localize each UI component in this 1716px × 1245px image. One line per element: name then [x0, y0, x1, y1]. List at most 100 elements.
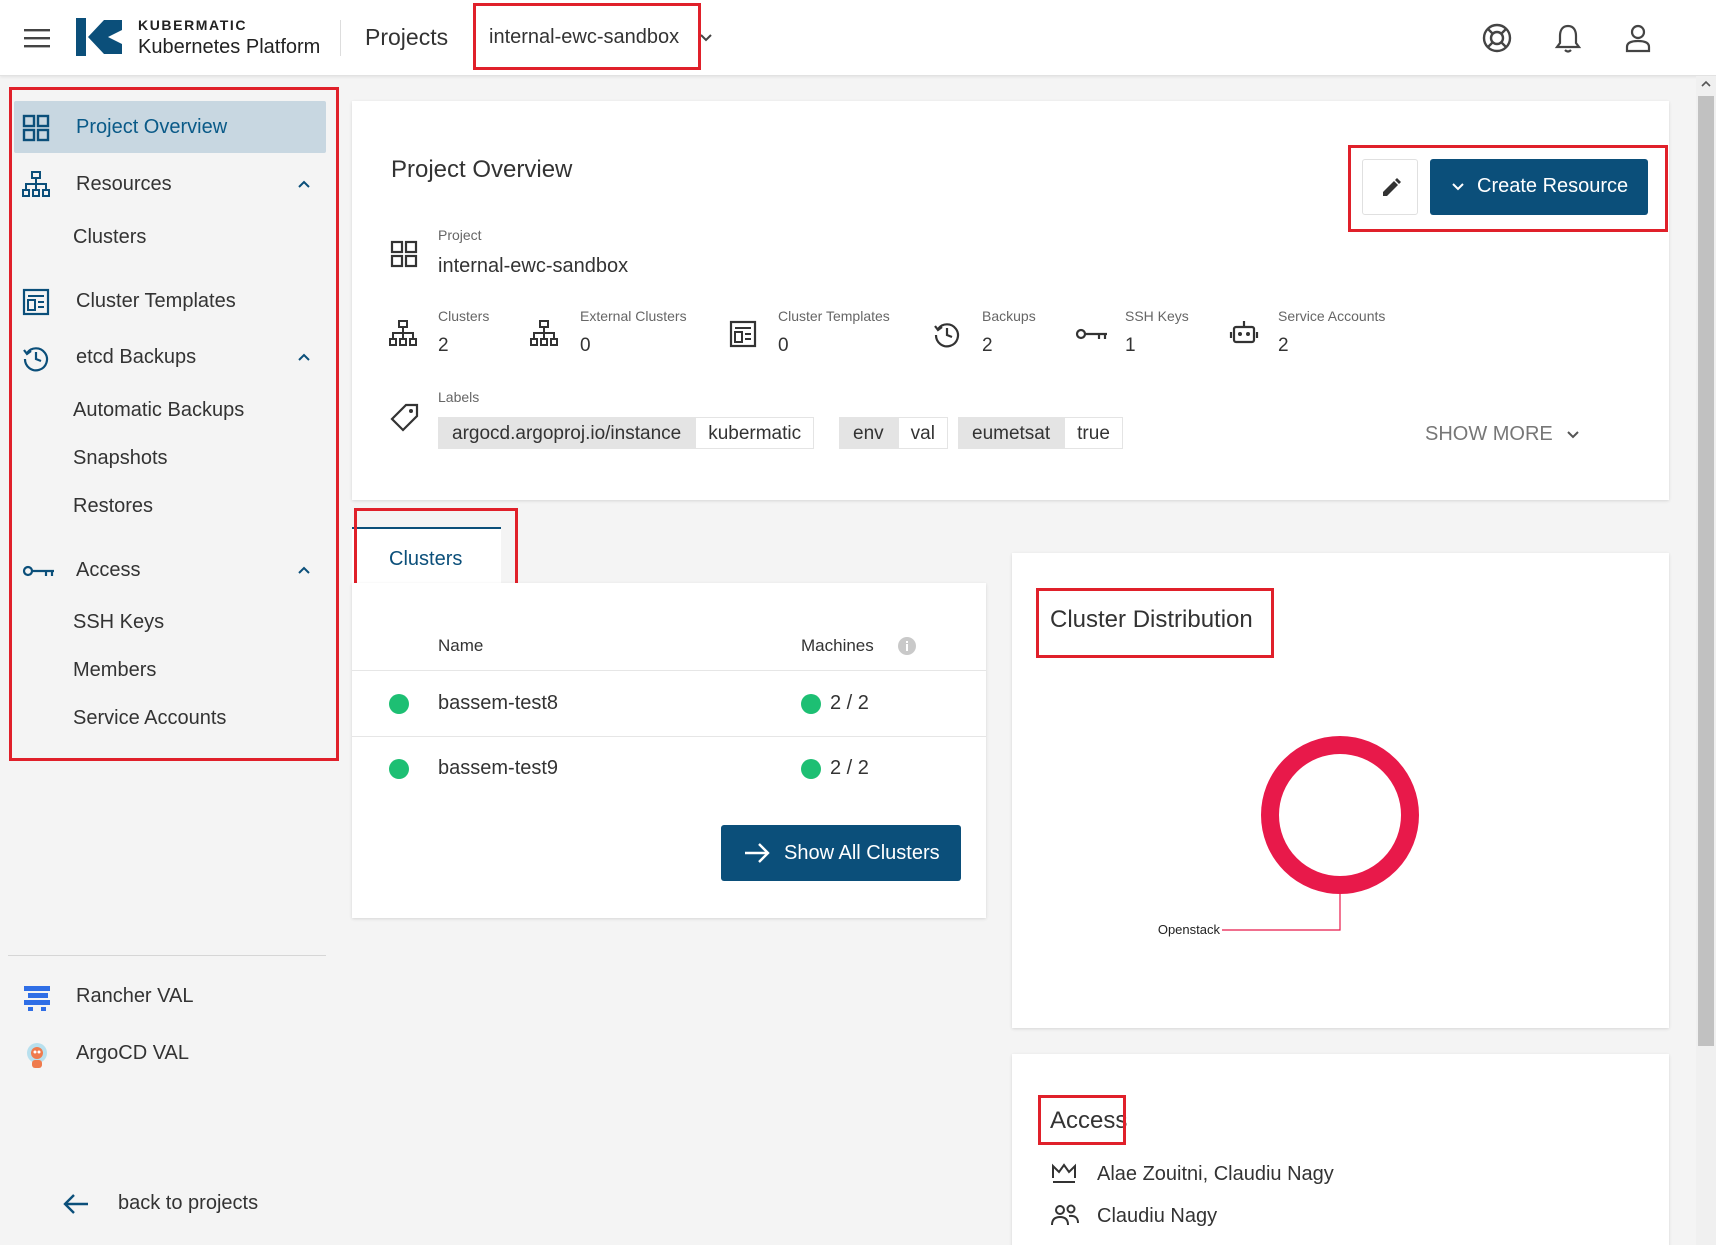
sidebar-divider [8, 955, 326, 956]
kubermatic-logo-icon[interactable] [74, 16, 124, 58]
column-header-machines[interactable]: Machines [801, 636, 874, 656]
project-select[interactable]: internal-ewc-sandbox [489, 26, 679, 49]
column-header-name[interactable]: Name [438, 636, 483, 656]
access-title: Access [1050, 1107, 1128, 1134]
chevron-up-icon[interactable] [296, 349, 312, 365]
tab-label: Clusters [389, 548, 463, 570]
sidebar-item-label: Project Overview [76, 116, 228, 138]
label-value: true [1064, 417, 1123, 449]
brand-subtitle: Kubernetes Platform [138, 36, 321, 58]
sidebar-item-label: Resources [76, 173, 172, 195]
access-owners: Alae Zouitni, Claudiu Nagy [1097, 1163, 1334, 1185]
stat-external-clusters-label: External Clusters [580, 308, 687, 324]
menu-icon[interactable] [22, 24, 52, 52]
tab-clusters[interactable]: Clusters [352, 527, 501, 583]
status-ok-icon [389, 694, 409, 714]
slice-label: Openstack [1158, 922, 1221, 937]
show-more-button[interactable]: SHOW MORE [1425, 422, 1585, 450]
sidebar-item-label: etcd Backups [76, 346, 197, 368]
sidebar-item-argocd-val[interactable]: ArgoCD VAL [14, 1027, 326, 1079]
sidebar-item-cluster-templates[interactable]: Cluster Templates [14, 275, 326, 327]
scrollbar-thumb[interactable] [1698, 96, 1714, 1046]
stat-cluster-templates-label: Cluster Templates [778, 308, 890, 324]
robot-icon [1229, 319, 1259, 349]
show-all-clusters-button[interactable]: Show All Clusters [721, 825, 961, 881]
create-resource-button[interactable]: Create Resource [1430, 159, 1648, 215]
label-value: val [897, 417, 948, 449]
stat-service-accounts-value: 2 [1278, 335, 1289, 356]
label-key: eumetsat [958, 417, 1065, 449]
sitemap-icon [530, 320, 558, 348]
stat-backups-label: Backups [982, 308, 1036, 324]
stat-clusters-label: Clusters [438, 308, 490, 324]
cluster-name[interactable]: bassem-test8 [438, 692, 558, 715]
back-label: back to projects [118, 1192, 259, 1214]
labels-title: Labels [438, 389, 480, 405]
label-chip: env val [839, 417, 948, 449]
table-divider [352, 736, 986, 737]
chevron-down-icon [1450, 179, 1466, 195]
label-chip: eumetsat true [958, 417, 1123, 449]
projects-link[interactable]: Projects [365, 24, 448, 51]
chevron-down-icon [1565, 427, 1581, 443]
label-key: env [839, 417, 898, 449]
project-label: Project [438, 227, 482, 243]
chevron-up-icon[interactable] [296, 562, 312, 578]
sidebar-item-label: Rancher VAL [76, 985, 194, 1007]
cluster-name[interactable]: bassem-test9 [438, 757, 558, 780]
sidebar-item-project-overview[interactable]: Project Overview [14, 101, 326, 153]
stat-cluster-templates-value: 0 [778, 335, 789, 356]
stat-service-accounts-label: Service Accounts [1278, 308, 1386, 324]
grid-icon [22, 114, 50, 142]
machines-count: 2 / 2 [830, 757, 869, 779]
table-divider [352, 670, 986, 671]
chevron-up-icon[interactable] [296, 176, 312, 192]
sidebar-item-etcd-backups[interactable]: etcd Backups [14, 331, 326, 383]
show-more-label: SHOW MORE [1425, 423, 1553, 445]
machines-ok-icon [801, 759, 821, 779]
notification-bell-icon[interactable] [1553, 22, 1583, 54]
history-icon [22, 344, 50, 372]
key-icon [22, 557, 56, 585]
argocd-logo-icon [22, 1040, 52, 1070]
group-icon [1050, 1203, 1080, 1227]
label-value: kubermatic [695, 417, 815, 449]
back-to-projects-link[interactable]: back to projects [62, 1186, 282, 1222]
sidebar-item-access[interactable]: Access [14, 544, 326, 596]
edit-project-button[interactable] [1362, 159, 1418, 215]
top-header: KUBERMATIC Kubernetes Platform Projects … [0, 0, 1716, 76]
sidebar-item-members[interactable]: Members [73, 659, 156, 682]
sidebar-item-resources[interactable]: Resources [14, 158, 326, 210]
sidebar-item-automatic-backups[interactable]: Automatic Backups [73, 399, 244, 422]
sidebar-item-ssh-keys[interactable]: SSH Keys [73, 611, 164, 634]
header-divider [340, 20, 341, 56]
arrow-right-icon [743, 841, 771, 865]
sidebar-item-restores[interactable]: Restores [73, 495, 153, 518]
label-chip: argocd.argoproj.io/instance kubermatic [438, 417, 815, 449]
history-icon [933, 320, 961, 348]
stat-ssh-keys-value: 1 [1125, 335, 1136, 356]
sidebar-item-label: Cluster Templates [76, 290, 236, 312]
project-name: internal-ewc-sandbox [438, 255, 629, 277]
user-account-icon[interactable] [1623, 22, 1653, 54]
chevron-down-icon[interactable] [698, 30, 714, 46]
rancher-logo-icon [22, 983, 52, 1013]
sidebar-item-clusters[interactable]: Clusters [73, 226, 146, 249]
help-lifebuoy-icon[interactable] [1481, 22, 1513, 54]
distribution-donut-chart: Openstack [1158, 736, 1419, 937]
sidebar-item-snapshots[interactable]: Snapshots [73, 447, 168, 470]
tag-icon [390, 402, 420, 432]
project-grid-icon [390, 240, 418, 268]
create-resource-label: Create Resource [1477, 175, 1629, 197]
donut-slice-openstack[interactable] [1261, 736, 1419, 894]
sidebar-item-service-accounts[interactable]: Service Accounts [73, 707, 226, 730]
info-icon[interactable] [897, 636, 917, 656]
sidebar-item-label: Access [76, 559, 141, 581]
crown-icon [1050, 1161, 1078, 1185]
key-icon [1075, 320, 1109, 348]
machines-ok-icon [801, 694, 821, 714]
brand-name: KUBERMATIC [138, 17, 248, 33]
scroll-up-arrow-icon[interactable] [1700, 78, 1712, 90]
machines-count: 2 / 2 [830, 692, 869, 714]
sidebar-item-rancher-val[interactable]: Rancher VAL [14, 970, 326, 1022]
